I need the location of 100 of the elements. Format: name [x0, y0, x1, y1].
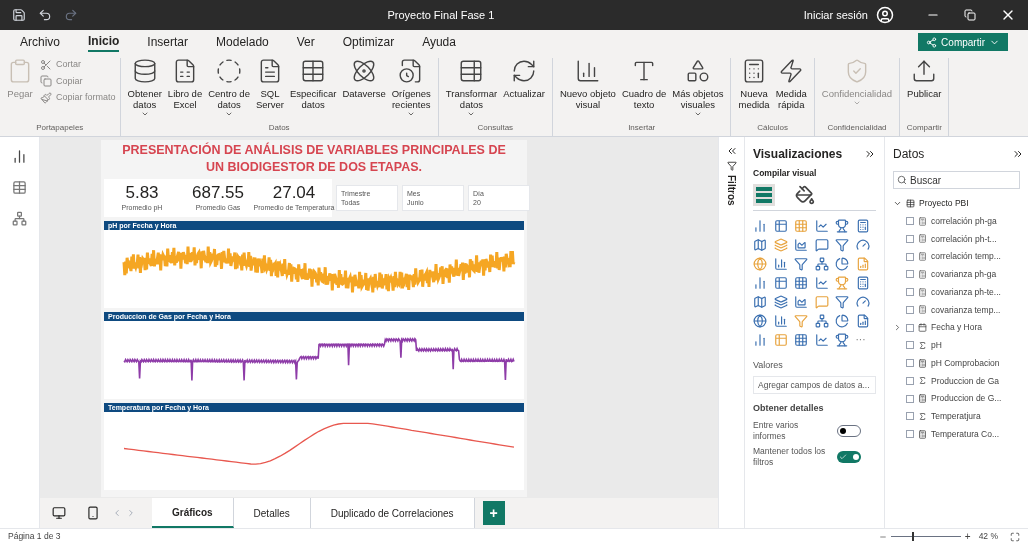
visual-type-icon[interactable]: [794, 294, 808, 309]
visual-type-icon[interactable]: [794, 332, 808, 347]
ribbon-button[interactable]: Publicar: [904, 58, 945, 107]
visual-type-icon[interactable]: [773, 294, 788, 309]
field-name[interactable]: Produccion de G...: [931, 392, 1002, 405]
ribbon-button[interactable]: Nuevo objeto visual: [556, 58, 619, 118]
visual-type-icon[interactable]: [835, 332, 849, 347]
mobile-layout-icon[interactable]: [86, 506, 100, 520]
field-name[interactable]: Temperatjura: [931, 410, 981, 423]
desktop-layout-icon[interactable]: [52, 506, 66, 520]
visual-type-icon[interactable]: [773, 275, 788, 290]
menu-tab[interactable]: Modelado: [216, 32, 269, 52]
tree-item[interactable]: Proyecto PBI: [919, 197, 969, 210]
field-checkbox[interactable]: [906, 412, 914, 421]
chevron-icon[interactable]: [893, 323, 902, 333]
ribbon-button[interactable]: Centro de datos: [205, 58, 253, 118]
field-name[interactable]: correlación ph-ga: [931, 214, 997, 228]
menu-tab[interactable]: Optimizar: [342, 32, 395, 52]
visual-type-icon[interactable]: [794, 275, 808, 290]
share-button[interactable]: Compartir: [918, 33, 1008, 51]
visual-type-icon[interactable]: [753, 313, 767, 328]
visual-type-icon[interactable]: [814, 332, 829, 347]
report-view-icon[interactable]: [12, 149, 27, 164]
fit-page-icon[interactable]: [1010, 531, 1020, 542]
field-checkbox[interactable]: [906, 430, 914, 439]
build-visual-icon[interactable]: [753, 183, 775, 206]
page-tab[interactable]: Gráficos: [152, 498, 234, 528]
menu-tab[interactable]: Ver: [296, 32, 315, 52]
field-checkbox[interactable]: [906, 341, 914, 350]
field-name[interactable]: pH Comprobacion: [931, 356, 1000, 370]
page-tab[interactable]: Duplicado de Correlaciones: [310, 498, 475, 528]
visual-type-icon[interactable]: [753, 332, 767, 347]
filter-icon[interactable]: [726, 161, 737, 171]
field-checkbox[interactable]: [906, 270, 914, 279]
visual-type-icon[interactable]: [855, 237, 870, 252]
restore-icon[interactable]: [964, 9, 976, 21]
visual-type-icon[interactable]: [794, 237, 808, 252]
field-checkbox[interactable]: [906, 305, 914, 314]
model-view-icon[interactable]: [12, 211, 27, 226]
data-field-well[interactable]: Agregar campos de datos a...: [753, 376, 876, 395]
field-name[interactable]: covarianza temp...: [931, 303, 1001, 317]
ribbon-button[interactable]: Medida rápida: [772, 58, 810, 118]
format-visual-icon[interactable]: [795, 184, 815, 205]
visual-type-icon[interactable]: [773, 256, 788, 271]
visual-type-icon[interactable]: [814, 275, 829, 290]
visual-type-icon[interactable]: [855, 218, 870, 233]
visual-type-icon[interactable]: [835, 256, 849, 271]
field-name[interactable]: correlación ph-t...: [931, 232, 997, 246]
field-checkbox[interactable]: [906, 394, 914, 403]
field-checkbox[interactable]: [906, 252, 914, 261]
zoom-in-button[interactable]: +: [964, 529, 971, 544]
visual-type-icon[interactable]: [835, 218, 849, 233]
menu-tab[interactable]: Inicio: [88, 32, 120, 52]
visual-type-icon[interactable]: [855, 313, 870, 328]
ribbon-button[interactable]: Más objetos visuales: [669, 58, 727, 118]
toggle-switch[interactable]: [837, 450, 861, 463]
user-avatar-icon[interactable]: [876, 6, 894, 24]
ribbon-button[interactable]: Libro de Excel: [164, 58, 206, 118]
visual-type-icon[interactable]: [773, 218, 788, 233]
visual-type-icon[interactable]: [794, 256, 808, 271]
menu-tab[interactable]: Ayuda: [422, 32, 456, 52]
visual-type-icon[interactable]: [835, 237, 849, 252]
visual-type-icon[interactable]: [855, 294, 870, 309]
visual-type-icon[interactable]: [753, 275, 767, 290]
visual-type-icon[interactable]: [753, 294, 767, 309]
ribbon-button[interactable]: Especificar datos: [286, 58, 340, 118]
table-view-icon[interactable]: [12, 180, 27, 195]
field-checkbox[interactable]: [906, 217, 914, 226]
visual-type-icon[interactable]: [753, 237, 767, 252]
collapse-icon[interactable]: [864, 148, 876, 160]
visual-type-icon[interactable]: [835, 313, 849, 328]
redo-icon[interactable]: [64, 8, 78, 22]
ribbon-button[interactable]: Obtener datos: [124, 58, 165, 118]
filters-label[interactable]: Filtros: [724, 175, 739, 206]
field-checkbox[interactable]: [906, 288, 914, 297]
visual-type-icon[interactable]: [855, 275, 870, 290]
field-checkbox[interactable]: [906, 234, 914, 243]
visual-type-icon[interactable]: [814, 313, 829, 328]
ribbon-button[interactable]: Actualizar: [500, 58, 548, 107]
field-name[interactable]: Fecha y Hora: [931, 321, 983, 334]
visual-type-icon[interactable]: [773, 313, 788, 328]
field-name[interactable]: Temperatura Co...: [931, 427, 1000, 441]
field-name[interactable]: Produccion de Ga: [931, 374, 1000, 388]
collapse-icon[interactable]: [1012, 148, 1024, 160]
add-page-button[interactable]: +: [482, 501, 505, 525]
ribbon-button[interactable]: Dataverse: [339, 58, 389, 107]
field-name[interactable]: correlación temp...: [931, 250, 1001, 263]
field-name[interactable]: covarianza ph-te...: [931, 285, 1001, 299]
more-visuals-button[interactable]: ···: [855, 332, 876, 347]
undo-icon[interactable]: [38, 8, 52, 22]
field-checkbox[interactable]: [906, 323, 914, 332]
ribbon-button[interactable]: Transformar datos: [442, 58, 501, 118]
visual-type-icon[interactable]: [753, 218, 767, 233]
visual-type-icon[interactable]: [814, 256, 829, 271]
ribbon-button[interactable]: Cuadro de texto: [618, 58, 670, 118]
save-icon[interactable]: [12, 8, 26, 22]
sign-in-button[interactable]: Iniciar sesión: [803, 6, 868, 24]
field-checkbox[interactable]: [906, 359, 914, 368]
menu-tab[interactable]: Insertar: [147, 32, 189, 52]
search-field[interactable]: Buscar: [893, 171, 1020, 189]
